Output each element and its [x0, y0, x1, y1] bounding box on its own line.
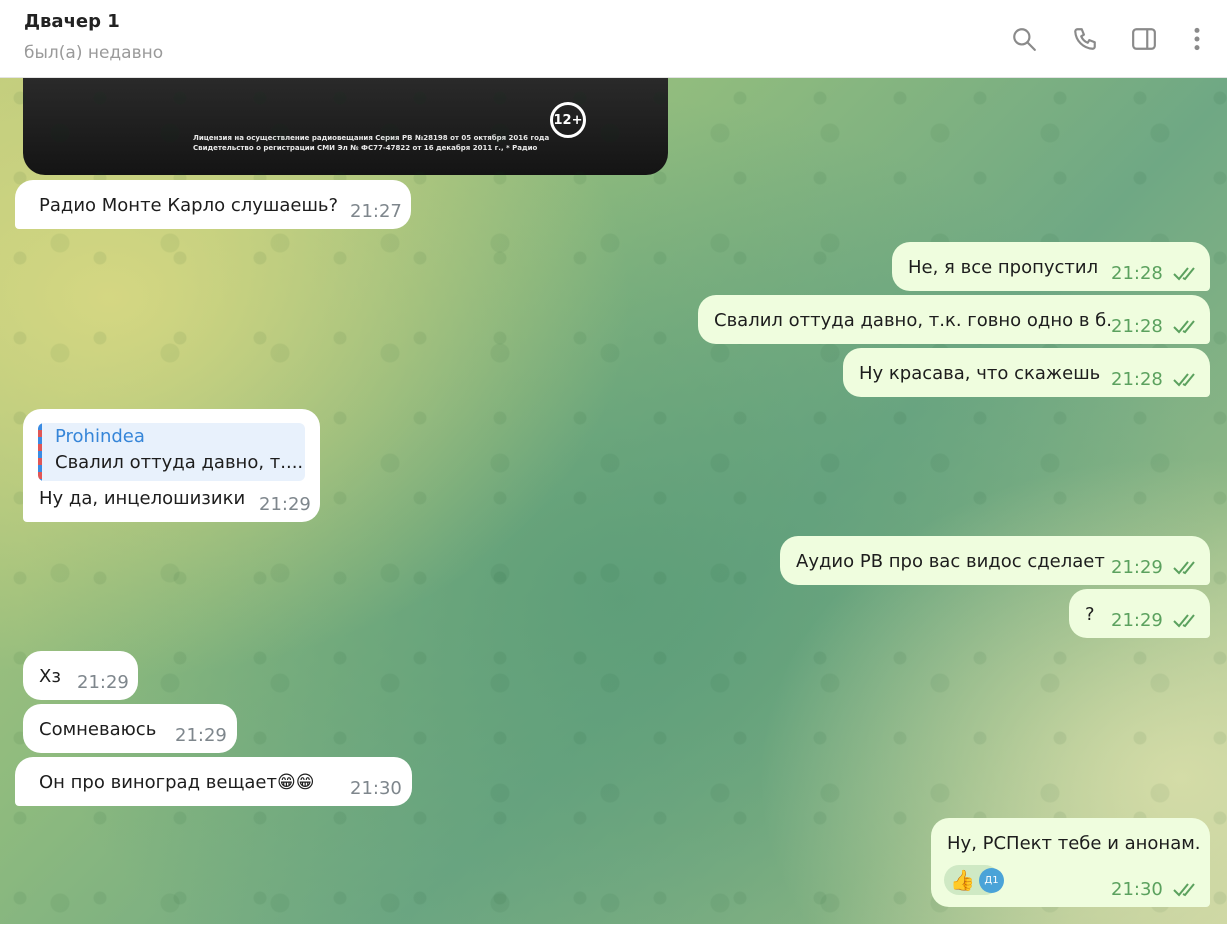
- message-time: 21:27: [350, 201, 402, 222]
- message-time: 21:29: [1111, 557, 1163, 578]
- double-check-icon: [1173, 320, 1195, 334]
- reply-quote[interactable]: Prohindea Свалил оттуда давно, т....: [38, 423, 305, 481]
- reply-author: Prohindea: [55, 426, 145, 447]
- message-text: Не, я все пропустил: [908, 257, 1099, 278]
- message-bubble[interactable]: Он про виноград вещает😁😁 21:30: [15, 757, 412, 806]
- double-check-icon: [1173, 883, 1195, 897]
- message-bubble[interactable]: Аудио РВ про вас видос сделает 21:29: [780, 536, 1210, 585]
- message-bubble[interactable]: Не, я все пропустил 21:28: [892, 242, 1210, 291]
- thumbs-up-icon: 👍: [950, 868, 975, 892]
- message-time: 21:30: [350, 778, 402, 799]
- double-check-icon: [1173, 373, 1195, 387]
- double-check-icon: [1173, 267, 1195, 281]
- message-text: Ну, РСПект тебе и анонам.: [947, 833, 1201, 854]
- search-icon[interactable]: [1007, 22, 1041, 56]
- message-time: 21:29: [259, 494, 311, 515]
- message-time: 21:28: [1111, 316, 1163, 337]
- message-text: ?: [1085, 604, 1095, 625]
- double-check-icon: [1173, 561, 1195, 575]
- message-text: Аудио РВ про вас видос сделает: [796, 551, 1105, 572]
- age-rating-badge: 12+: [550, 102, 586, 138]
- message-bubble[interactable]: Prohindea Свалил оттуда давно, т.... Ну …: [23, 409, 320, 522]
- message-text: Радио Монте Карло слушаешь?: [39, 195, 339, 216]
- message-text: Свалил оттуда давно, т.к. говно одно в б…: [714, 310, 1112, 331]
- avatar: Д1: [979, 868, 1004, 893]
- message-time: 21:28: [1111, 263, 1163, 284]
- message-time: 21:30: [1111, 879, 1163, 900]
- more-vertical-icon[interactable]: [1180, 22, 1214, 56]
- message-time: 21:29: [1111, 610, 1163, 631]
- message-time: 21:28: [1111, 369, 1163, 390]
- media-license-text: Лицензия на осуществление радиовещания С…: [193, 134, 550, 152]
- sidebar-toggle-icon[interactable]: [1127, 22, 1161, 56]
- chat-header: Двачер 1 был(а) недавно: [0, 0, 1227, 78]
- message-bubble[interactable]: Сомневаюсь 21:29: [23, 704, 237, 753]
- phone-icon[interactable]: [1068, 22, 1102, 56]
- bottom-bar: [0, 924, 1227, 931]
- message-bubble[interactable]: Свалил оттуда давно, т.к. говно одно в б…: [698, 295, 1210, 344]
- message-time: 21:29: [175, 725, 227, 746]
- media-message[interactable]: Лицензия на осуществление радиовещания С…: [23, 78, 668, 175]
- message-text: Ну красава, что скажешь: [859, 363, 1101, 384]
- message-bubble[interactable]: Ну, РСПект тебе и анонам. 👍 Д1 21:30: [931, 818, 1210, 907]
- reply-accent-bar: [38, 423, 42, 481]
- message-reactions[interactable]: 👍 Д1: [944, 865, 1004, 895]
- message-bubble[interactable]: Хз 21:29: [23, 651, 138, 700]
- chat-title[interactable]: Двачер 1: [24, 11, 120, 32]
- message-bubble[interactable]: Радио Монте Карло слушаешь? 21:27: [15, 180, 411, 229]
- message-time: 21:29: [77, 672, 129, 693]
- message-bubble[interactable]: ? 21:29: [1069, 589, 1210, 638]
- message-text: Хз: [39, 666, 61, 687]
- reaction-chip[interactable]: 👍 Д1: [944, 865, 1004, 895]
- message-text: Он про виноград вещает😁😁: [39, 772, 315, 793]
- message-text: Сомневаюсь: [39, 719, 157, 740]
- message-bubble[interactable]: Ну красава, что скажешь 21:28: [843, 348, 1210, 397]
- chat-status: был(а) недавно: [24, 43, 164, 63]
- reply-text: Свалил оттуда давно, т....: [55, 452, 304, 473]
- message-text: Ну да, инцелошизики: [39, 488, 246, 509]
- double-check-icon: [1173, 614, 1195, 628]
